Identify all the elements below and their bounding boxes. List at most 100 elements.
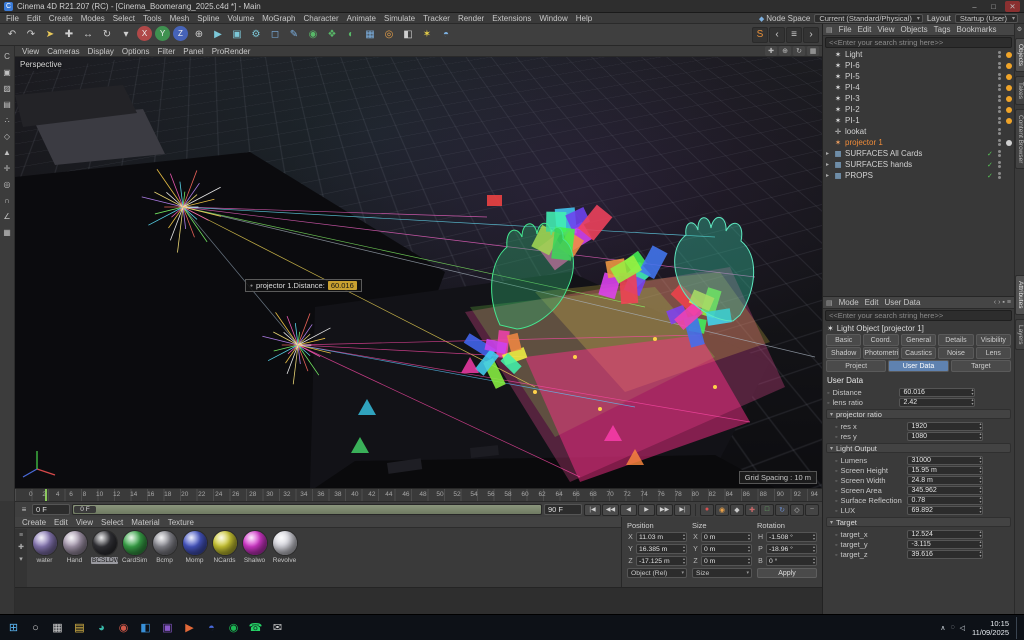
toggle-views-icon[interactable]: ▦ bbox=[807, 46, 819, 56]
object-row[interactable]: ✶ PI-4 bbox=[823, 82, 1014, 93]
object-row[interactable]: ✶ PI-5 bbox=[823, 71, 1014, 82]
viewport-canvas[interactable]: Perspective projector 1.Distance: 60.016… bbox=[15, 57, 822, 488]
side-tab-content-browser[interactable]: Content Browser bbox=[1015, 109, 1024, 169]
object-tag-icon[interactable] bbox=[1006, 140, 1012, 146]
creative-app-icon[interactable]: ▣ bbox=[158, 618, 177, 637]
size-mode-dropdown[interactable]: Size bbox=[692, 568, 752, 578]
maximize-button[interactable]: □ bbox=[986, 1, 1001, 12]
menu-item[interactable]: Extensions bbox=[488, 14, 535, 23]
stepper-arrows[interactable] bbox=[979, 530, 981, 538]
object-manager-menu-item[interactable]: Bookmarks bbox=[954, 24, 1000, 35]
field-input[interactable]: 31000 bbox=[907, 456, 983, 465]
field-input[interactable]: 24.8 m bbox=[907, 476, 983, 485]
media-app-icon[interactable]: ▶ bbox=[180, 618, 199, 637]
timeline-menu-icon[interactable]: ≡ bbox=[18, 504, 30, 516]
render-settings-icon[interactable]: ⚙ bbox=[247, 26, 265, 44]
goto-start-button[interactable]: |◀ bbox=[584, 504, 601, 516]
stepper-arrows[interactable] bbox=[813, 533, 815, 541]
move-tool-icon[interactable]: ✚ bbox=[60, 26, 78, 44]
points-mode-icon[interactable]: ∴ bbox=[1, 114, 13, 126]
menu-item[interactable]: Mesh bbox=[166, 14, 194, 23]
material-menu-item[interactable]: Material bbox=[127, 517, 163, 528]
fields-icon[interactable]: ◐ bbox=[342, 26, 360, 44]
field-input[interactable]: 2.42 bbox=[899, 398, 975, 407]
spline-pen-icon[interactable]: ✎ bbox=[285, 26, 303, 44]
transform-mode-dropdown[interactable]: Object (Rel) bbox=[627, 568, 687, 578]
materials-filter-icon[interactable]: ▾ bbox=[19, 555, 23, 563]
field-handle-icon[interactable] bbox=[827, 398, 829, 407]
field-input[interactable]: 12.524 bbox=[907, 530, 983, 539]
current-frame-knob[interactable]: 0 F bbox=[74, 506, 96, 513]
object-tag-icon[interactable] bbox=[1006, 85, 1012, 91]
field-input[interactable]: 1080 bbox=[907, 432, 983, 441]
attribute-menu-item[interactable]: Mode bbox=[836, 297, 862, 308]
record-position-button[interactable]: ✚ bbox=[745, 504, 759, 516]
record-scale-button[interactable]: □ bbox=[760, 504, 774, 516]
field-handle-icon[interactable] bbox=[835, 476, 837, 485]
visibility-toggles[interactable] bbox=[995, 51, 1003, 58]
visibility-toggles[interactable] bbox=[995, 150, 1003, 157]
viewport-camera-label[interactable]: Perspective bbox=[20, 60, 62, 69]
attribute-tab[interactable]: Project bbox=[826, 360, 886, 372]
field-input[interactable]: 15.95 m bbox=[907, 466, 983, 475]
attribute-tab[interactable]: Target bbox=[951, 360, 1011, 372]
side-tab-attributes[interactable]: Attributes bbox=[1015, 275, 1024, 314]
material-swatch[interactable]: Shalwo bbox=[241, 531, 268, 564]
timeline-ruler[interactable]: 0246810121416182022242628303234363840424… bbox=[15, 488, 822, 501]
camera-icon[interactable]: ◧ bbox=[399, 26, 417, 44]
x-axis-lock-icon[interactable]: X bbox=[137, 26, 152, 41]
vscode-icon[interactable]: ◧ bbox=[136, 618, 155, 637]
object-tag-icon[interactable] bbox=[1006, 96, 1012, 102]
object-row[interactable]: ✶ projector 1 bbox=[823, 137, 1014, 148]
object-tag-icon[interactable] bbox=[1006, 63, 1012, 69]
edge-icon[interactable]: ◕ bbox=[92, 618, 111, 637]
menu-item[interactable]: Character bbox=[300, 14, 343, 23]
side-tab-layers[interactable]: Layers bbox=[1015, 319, 1024, 351]
material-menu-item[interactable]: Texture bbox=[164, 517, 198, 528]
visibility-toggles[interactable] bbox=[995, 73, 1003, 80]
stepper-arrows[interactable] bbox=[683, 557, 685, 565]
make-editable-icon[interactable]: C bbox=[1, 50, 13, 62]
viewport-menu-item[interactable]: Options bbox=[118, 46, 154, 57]
edges-mode-icon[interactable]: ◇ bbox=[1, 130, 13, 142]
object-name[interactable]: PI-3 bbox=[845, 94, 987, 103]
expand-arrow-icon[interactable]: ▸ bbox=[826, 161, 833, 168]
stepper-arrows[interactable] bbox=[979, 456, 981, 464]
field-handle-icon[interactable] bbox=[835, 550, 837, 559]
menu-item[interactable]: Window bbox=[535, 14, 571, 23]
render-picture-viewer-icon[interactable]: ▣ bbox=[228, 26, 246, 44]
menu-item[interactable]: Simulate bbox=[380, 14, 419, 23]
stepper-arrows[interactable] bbox=[979, 432, 981, 440]
field-handle-icon[interactable] bbox=[835, 496, 837, 505]
node-space-icon[interactable]: Node Space bbox=[759, 14, 810, 23]
coordinate-input[interactable]: -1.508 ° bbox=[766, 532, 817, 542]
s-plugin-icon[interactable]: S bbox=[752, 27, 768, 43]
menu-item[interactable]: Edit bbox=[23, 14, 45, 23]
undo-icon[interactable]: ↶ bbox=[3, 26, 21, 44]
viewport-menu-item[interactable]: Cameras bbox=[43, 46, 83, 57]
object-manager-menu-item[interactable]: Tags bbox=[931, 24, 954, 35]
next-frame-button[interactable]: ▶▶ bbox=[656, 504, 673, 516]
timeline-range-slider[interactable]: 0 F bbox=[72, 504, 542, 515]
material-preview-sphere[interactable] bbox=[63, 531, 87, 555]
material-swatch[interactable]: Revolve bbox=[271, 531, 298, 564]
stepper-arrows[interactable] bbox=[683, 533, 685, 541]
minimize-button[interactable]: – bbox=[967, 1, 982, 12]
viewport-menu-item[interactable]: ProRender bbox=[208, 46, 255, 57]
object-name[interactable]: Light bbox=[845, 50, 987, 59]
stepper-arrows[interactable] bbox=[979, 496, 981, 504]
add-cube-icon[interactable]: ◻ bbox=[266, 26, 284, 44]
group-header-projector-ratio[interactable]: projector ratio bbox=[826, 409, 1011, 419]
object-name[interactable]: PI-6 bbox=[845, 61, 987, 70]
viewport-menu-item[interactable]: View bbox=[18, 46, 43, 57]
volume-icon[interactable]: ▦ bbox=[361, 26, 379, 44]
side-tab-objects[interactable]: Objects bbox=[1015, 38, 1024, 72]
stepper-arrows[interactable] bbox=[813, 557, 815, 565]
field-handle-icon[interactable] bbox=[835, 540, 837, 549]
notification-edge[interactable] bbox=[1016, 617, 1020, 639]
menu-item[interactable]: Volume bbox=[223, 14, 258, 23]
field-handle-icon[interactable] bbox=[835, 422, 837, 431]
mograph-icon[interactable]: ❖ bbox=[323, 26, 341, 44]
field-handle-icon[interactable] bbox=[835, 466, 837, 475]
close-button[interactable]: ✕ bbox=[1005, 1, 1020, 12]
